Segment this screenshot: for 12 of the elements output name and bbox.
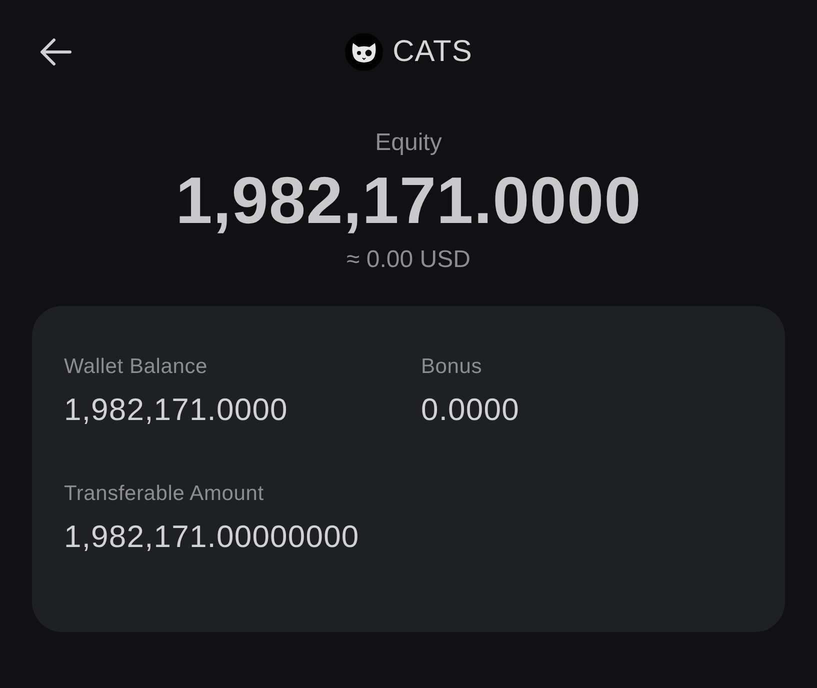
field-value: 1,982,171.0000 <box>64 391 289 429</box>
equity-label: Equity <box>375 128 442 158</box>
token-title: CATS <box>392 34 472 70</box>
cat-logo-icon <box>344 33 383 71</box>
field-label: Bonus <box>421 354 484 380</box>
field-value: 0.0000 <box>421 391 520 429</box>
back-arrow-icon <box>40 38 72 66</box>
usd-value: ≈ 0.00 USD <box>346 245 470 275</box>
equity-value: 1,982,171.0000 <box>176 162 642 239</box>
field-label: Transferable Amount <box>64 481 265 507</box>
field-value: 1,982,171.00000000 <box>64 518 360 556</box>
field-label: Wallet Balance <box>64 354 208 380</box>
